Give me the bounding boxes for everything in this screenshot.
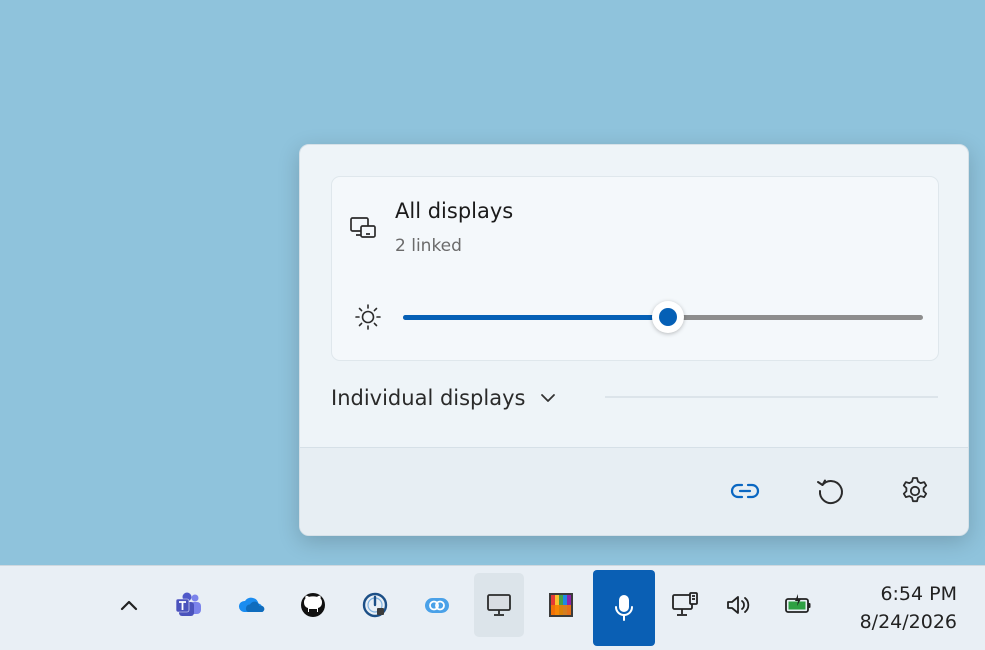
link-app-tray-button[interactable] [412, 573, 462, 637]
link-app-icon [425, 598, 449, 613]
taskbar: 6:54 PM 8/24/2026 [0, 565, 985, 650]
slider-thumb[interactable] [652, 301, 685, 333]
clock-date: 8/24/2026 [859, 611, 957, 633]
teams-icon [175, 592, 201, 616]
refresh-icon [817, 479, 843, 505]
github-icon [301, 593, 325, 617]
all-displays-card: All displays 2 linked [331, 176, 939, 361]
github-tray-button[interactable] [288, 573, 338, 637]
display-brightness-flyout: All displays 2 linked Individual display… [299, 144, 969, 536]
section-divider [605, 396, 938, 398]
link-icon [730, 483, 760, 499]
individual-displays-toggle[interactable]: Individual displays [331, 383, 557, 413]
all-displays-title: All displays [395, 199, 514, 223]
show-hidden-icons-button[interactable] [104, 573, 154, 637]
volume-icon [727, 596, 750, 614]
clock-time: 6:54 PM [880, 583, 957, 605]
color-palette-tray-button[interactable] [536, 573, 586, 637]
slider-fill [403, 315, 669, 320]
link-button[interactable] [725, 471, 765, 511]
chevron-up-icon [120, 600, 138, 611]
battery-tray-button[interactable] [773, 573, 823, 637]
reset-button[interactable] [810, 471, 850, 511]
battery-icon [785, 594, 811, 613]
linked-displays-icon [350, 217, 376, 238]
display-tray-button[interactable] [474, 573, 524, 637]
microphone-tray-button[interactable] [593, 570, 655, 646]
onedrive-icon [238, 597, 265, 612]
display-icon [487, 594, 511, 616]
chevron-down-icon [541, 394, 556, 402]
network-tray-button[interactable] [660, 573, 710, 637]
teams-tray-button[interactable] [164, 573, 214, 637]
color-palette-icon [549, 593, 573, 617]
clock[interactable]: 6:54 PM 8/24/2026 [860, 580, 957, 636]
speedtest-tray-button[interactable] [350, 573, 400, 637]
individual-displays-label: Individual displays [331, 386, 526, 410]
microphone-icon [615, 595, 633, 621]
gear-icon [902, 477, 928, 503]
onedrive-tray-button[interactable] [226, 573, 276, 637]
speedometer-icon [362, 592, 388, 618]
volume-tray-button[interactable] [714, 573, 764, 637]
flyout-footer [300, 447, 968, 535]
linked-count: 2 linked [395, 236, 462, 256]
settings-button[interactable] [895, 471, 935, 511]
brightness-slider[interactable] [403, 301, 923, 333]
network-icon [672, 592, 698, 616]
brightness-sun-icon [355, 304, 381, 330]
